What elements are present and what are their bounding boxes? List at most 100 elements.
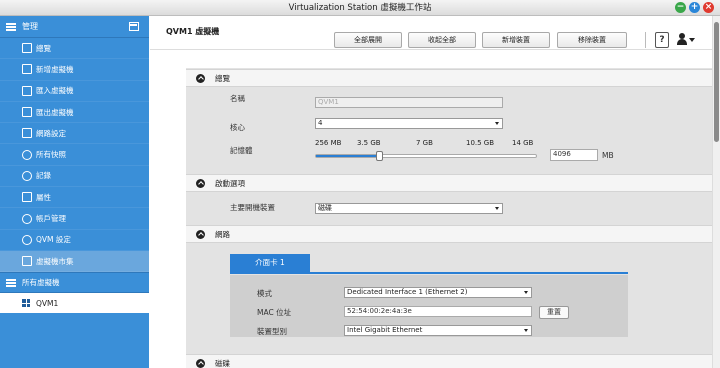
user-account-icon	[22, 213, 32, 224]
sidebar-item-label: 網路設定	[36, 128, 66, 138]
collapse-icon	[196, 358, 205, 368]
sidebar-item-label: 帳戶管理	[36, 214, 66, 224]
vm-name-field[interactable]: QVM1	[315, 97, 503, 108]
section-boot-header[interactable]: 啟動選項	[186, 174, 712, 192]
memory-tick: 3.5 GB	[357, 139, 381, 147]
sidebar-item-label: 總覽	[36, 43, 51, 53]
memory-label: 記憶體	[230, 146, 253, 155]
panel-toggle-icon[interactable]	[129, 22, 139, 31]
section-overview-header[interactable]: 總覽	[186, 69, 712, 87]
memory-tick: 7 GB	[416, 139, 433, 147]
windows-icon	[22, 299, 30, 308]
sidebar-item-logs[interactable]: 記錄	[0, 166, 149, 188]
sidebar-item-label: 匯出虛擬機	[36, 107, 74, 117]
sidebar: 管理 總覽 新增虛擬機 匯入虛擬機 匯出虛擬機 網路設定 所有快照 記錄 屬性 …	[0, 16, 149, 368]
collapse-icon	[196, 73, 205, 83]
mac-address-field[interactable]: 52:54:00:2e:4a:3e	[344, 306, 532, 317]
maximize-icon[interactable]: +	[689, 2, 700, 13]
window-titlebar: Virtualization Station 虛擬機工作站 − + ×	[0, 0, 720, 16]
section-network-header[interactable]: 網路	[186, 225, 712, 243]
mode-label: 模式	[257, 289, 272, 298]
log-icon	[22, 170, 32, 181]
sidebar-item-snapshots[interactable]: 所有快照	[0, 144, 149, 166]
memory-tick: 14 GB	[512, 139, 534, 147]
plus-icon	[22, 64, 32, 75]
memory-slider-handle[interactable]	[376, 151, 384, 161]
memory-tick: 10.5 GB	[466, 139, 495, 147]
scrollbar[interactable]	[712, 16, 720, 368]
sidebar-item-label: 虛擬機市集	[36, 256, 74, 266]
gear-icon	[22, 234, 32, 245]
export-icon	[22, 107, 32, 118]
sidebar-group-label: 所有虛擬機	[22, 278, 60, 288]
collapse-icon	[196, 178, 205, 188]
sidebar-item-qvm-settings[interactable]: QVM 設定	[0, 230, 149, 251]
memory-slider-fill	[316, 155, 381, 157]
sidebar-item-label: 所有快照	[36, 150, 66, 160]
sidebar-item-properties[interactable]: 屬性	[0, 187, 149, 209]
sidebar-item-vm-market[interactable]: 虛擬機市集	[0, 250, 149, 273]
sidebar-item-export-vm[interactable]: 匯出虛擬機	[0, 102, 149, 124]
tab-nic-1[interactable]: 介面卡 1	[230, 254, 310, 272]
reset-mac-button[interactable]: 重置	[539, 306, 569, 319]
sidebar-item-import-vm[interactable]: 匯入虛擬機	[0, 81, 149, 102]
page-title: QVM1 虛擬機	[166, 27, 220, 36]
menu-icon	[6, 22, 16, 31]
window-title: Virtualization Station 虛擬機工作站	[288, 3, 432, 13]
vm-name: QVM1	[36, 298, 59, 308]
device-model-select[interactable]: Intel Gigabit Ethernet	[344, 325, 532, 336]
sidebar-item-label: 匯入虛擬機	[36, 86, 74, 96]
section-title: 磁碟	[215, 358, 230, 368]
collapse-icon	[196, 229, 205, 239]
cores-label: 核心	[230, 123, 245, 132]
mode-select[interactable]: Dedicated Interface 1 (Ethernet 2)	[344, 287, 532, 298]
section-title: 啟動選項	[215, 178, 245, 188]
sidebar-item-label: 新增虛擬機	[36, 64, 74, 74]
sidebar-item-label: QVM 設定	[36, 235, 71, 245]
memory-slider-track[interactable]	[315, 154, 537, 158]
properties-icon	[22, 192, 32, 203]
nic-tabbar	[230, 272, 628, 274]
remove-device-button[interactable]: 移除裝置	[557, 32, 627, 48]
sidebar-item-network-settings[interactable]: 網路設定	[0, 123, 149, 145]
snapshot-icon	[22, 149, 32, 160]
mac-label: MAC 位址	[257, 308, 292, 317]
sidebar-item-accounts[interactable]: 帳戶管理	[0, 208, 149, 230]
help-button[interactable]: ?	[655, 32, 669, 48]
sidebar-header[interactable]: 管理	[0, 16, 149, 38]
section-title: 網路	[215, 229, 230, 239]
sidebar-group-all-vms[interactable]: 所有虛擬機	[0, 272, 149, 294]
boot-device-label: 主要開機裝置	[230, 203, 275, 212]
window-controls: − + ×	[675, 2, 714, 13]
close-icon[interactable]: ×	[703, 2, 714, 13]
sidebar-item-add-vm[interactable]: 新增虛擬機	[0, 59, 149, 81]
toolbar: QVM1 虛擬機 全部展開 收起全部 新增裝置 移除裝置 ?	[150, 16, 712, 50]
device-model-label: 裝置型別	[257, 327, 287, 336]
main-panel: QVM1 虛擬機 全部展開 收起全部 新增裝置 移除裝置 ? 總覽 名稱 QVM…	[150, 16, 712, 368]
expand-all-button[interactable]: 全部展開	[334, 32, 402, 48]
sidebar-item-overview[interactable]: 總覽	[0, 38, 149, 60]
memory-tick: 256 MB	[315, 139, 342, 147]
collapse-all-button[interactable]: 收起全部	[408, 32, 476, 48]
section-disk-header[interactable]: 磁碟	[186, 354, 712, 368]
cores-select[interactable]: 4	[315, 118, 503, 129]
add-device-button[interactable]: 新增裝置	[482, 32, 550, 48]
minimize-icon[interactable]: −	[675, 2, 686, 13]
sidebar-header-label: 管理	[22, 22, 38, 31]
user-menu-icon[interactable]	[677, 33, 697, 47]
overview-icon	[22, 43, 32, 54]
boot-device-select[interactable]: 磁碟	[315, 203, 503, 214]
sidebar-item-label: 記錄	[36, 171, 51, 181]
memory-unit: MB	[602, 151, 614, 160]
sidebar-item-label: 屬性	[36, 192, 51, 202]
market-icon	[22, 256, 32, 267]
vm-settings-content: 總覽 名稱 QVM1 核心 4 記憶體 256 MB 3.5 GB 7 GB 1…	[186, 68, 712, 368]
network-icon	[22, 128, 32, 139]
sidebar-item-vm[interactable]: QVM1	[0, 293, 149, 314]
name-label: 名稱	[230, 94, 245, 103]
scrollbar-thumb[interactable]	[714, 22, 719, 142]
memory-input[interactable]: 4096	[550, 149, 598, 161]
section-title: 總覽	[215, 73, 230, 83]
import-icon	[22, 85, 32, 96]
toolbar-divider	[645, 32, 646, 48]
